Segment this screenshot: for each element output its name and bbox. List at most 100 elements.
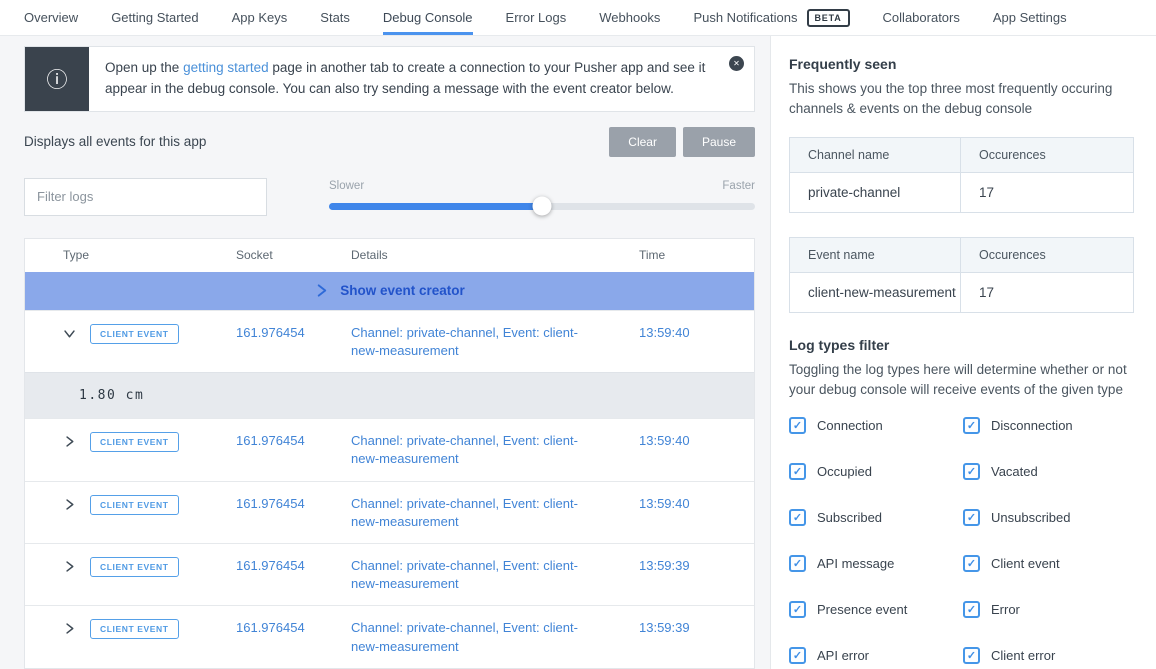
pusher-debug-console-page: Overview Getting Started App Keys Stats …	[0, 0, 1156, 669]
faster-label: Faster	[722, 180, 755, 192]
log-table-header: Type Socket Details Time	[25, 239, 754, 272]
log-row[interactable]: CLIENT EVENT 161.976454 Channel: private…	[25, 418, 754, 480]
nav-tab-push-notifications[interactable]: Push Notifications BETA	[693, 0, 849, 35]
nav-tab-push-notifications-label: Push Notifications	[693, 10, 797, 25]
details-link[interactable]: Channel: private-channel, Event: client-…	[351, 432, 587, 468]
checkbox-icon[interactable]: ✓	[963, 509, 980, 526]
chevron-right-icon[interactable]	[63, 622, 76, 635]
nav-tab-getting-started[interactable]: Getting Started	[111, 0, 198, 35]
socket-link[interactable]: 161.976454	[236, 557, 305, 575]
nav-tab-debug-console[interactable]: Debug Console	[383, 0, 473, 35]
checkbox-api-message[interactable]: ✓ API message	[789, 555, 963, 572]
checkbox-icon[interactable]: ✓	[789, 555, 806, 572]
checkbox-icon[interactable]: ✓	[963, 647, 980, 664]
socket-link[interactable]: 161.976454	[236, 432, 305, 450]
filter-logs-input[interactable]	[24, 178, 267, 216]
details-link[interactable]: Channel: private-channel, Event: client-…	[351, 557, 587, 593]
log-types-filter-description: Toggling the log types here will determi…	[789, 360, 1134, 401]
time-link[interactable]: 13:59:39	[639, 557, 690, 575]
close-icon[interactable]: ✕	[729, 56, 744, 71]
checkbox-icon[interactable]: ✓	[963, 417, 980, 434]
checkbox-client-event[interactable]: ✓ Client event	[963, 555, 1134, 572]
log-row[interactable]: CLIENT EVENT 161.976454 Channel: private…	[25, 543, 754, 605]
table-row: private-channel 17	[790, 173, 1133, 212]
occurences-cell: 17	[960, 273, 1133, 312]
checkbox-occupied[interactable]: ✓ Occupied	[789, 463, 963, 480]
occurences-header: Occurences	[960, 238, 1133, 272]
checkbox-unsubscribed[interactable]: ✓ Unsubscribed	[963, 509, 1134, 526]
show-event-creator-label: Show event creator	[340, 283, 465, 298]
checkbox-error[interactable]: ✓ Error	[963, 601, 1134, 618]
details-link[interactable]: Channel: private-channel, Event: client-…	[351, 324, 587, 360]
nav-tab-app-settings[interactable]: App Settings	[993, 0, 1067, 35]
nav-tab-error-logs[interactable]: Error Logs	[506, 0, 567, 35]
checkbox-presence-event[interactable]: ✓ Presence event	[789, 601, 963, 618]
channel-name-cell: private-channel	[790, 173, 960, 212]
getting-started-link[interactable]: getting started	[183, 60, 269, 75]
event-type-badge: CLIENT EVENT	[90, 619, 179, 639]
slider-track[interactable]	[329, 203, 755, 210]
checkbox-disconnection[interactable]: ✓ Disconnection	[963, 417, 1134, 434]
chevron-right-icon[interactable]	[63, 498, 76, 511]
socket-link[interactable]: 161.976454	[236, 619, 305, 637]
nav-tab-webhooks[interactable]: Webhooks	[599, 0, 660, 35]
checkbox-client-error[interactable]: ✓ Client error	[963, 647, 1134, 664]
time-link[interactable]: 13:59:40	[639, 432, 690, 450]
slider-handle[interactable]	[533, 197, 552, 216]
details-link[interactable]: Channel: private-channel, Event: client-…	[351, 619, 587, 655]
log-row[interactable]: CLIENT EVENT 161.976454 Channel: private…	[25, 310, 754, 372]
time-link[interactable]: 13:59:40	[639, 495, 690, 513]
checkbox-icon[interactable]: ✓	[789, 601, 806, 618]
checkbox-icon[interactable]: ✓	[963, 601, 980, 618]
log-row[interactable]: CLIENT EVENT 161.976454 Channel: private…	[25, 481, 754, 543]
show-event-creator-button[interactable]: Show event creator	[25, 272, 754, 310]
frequently-seen-title: Frequently seen	[789, 56, 1134, 72]
channel-frequency-table: Channel name Occurences private-channel …	[789, 137, 1134, 213]
checkbox-icon[interactable]: ✓	[963, 555, 980, 572]
pause-button[interactable]: Pause	[683, 127, 755, 157]
top-nav: Overview Getting Started App Keys Stats …	[0, 0, 1156, 36]
event-log-table: Type Socket Details Time Show event crea…	[24, 238, 755, 669]
chevron-down-icon[interactable]	[63, 327, 76, 340]
chevron-right-icon	[314, 283, 329, 298]
nav-tab-stats[interactable]: Stats	[320, 0, 350, 35]
header-details: Details	[313, 248, 601, 262]
socket-link[interactable]: 161.976454	[236, 324, 305, 342]
log-types-checkbox-grid: ✓ Connection ✓ Disconnection ✓ Occupied …	[789, 417, 1134, 664]
checkbox-icon[interactable]: ✓	[789, 509, 806, 526]
info-banner-text: Open up the getting started page in anot…	[89, 47, 754, 111]
table-row: client-new-measurement 17	[790, 273, 1133, 312]
filter-row: Slower Faster	[24, 178, 755, 216]
socket-link[interactable]: 161.976454	[236, 495, 305, 513]
nav-tab-overview[interactable]: Overview	[24, 0, 78, 35]
event-type-badge: CLIENT EVENT	[90, 432, 179, 452]
nav-tab-app-keys[interactable]: App Keys	[232, 0, 288, 35]
events-caption: Displays all events for this app	[24, 134, 206, 149]
info-banner: ⓘ Open up the getting started page in an…	[24, 46, 755, 112]
details-link[interactable]: Channel: private-channel, Event: client-…	[351, 495, 587, 531]
checkbox-icon[interactable]: ✓	[789, 647, 806, 664]
checkbox-vacated[interactable]: ✓ Vacated	[963, 463, 1134, 480]
occurences-header: Occurences	[960, 138, 1133, 172]
chevron-right-icon[interactable]	[63, 560, 76, 573]
occurences-cell: 17	[960, 173, 1133, 212]
event-name-cell: client-new-measurement	[790, 273, 960, 312]
chevron-right-icon[interactable]	[63, 435, 76, 448]
checkbox-icon[interactable]: ✓	[963, 463, 980, 480]
checkbox-connection[interactable]: ✓ Connection	[789, 417, 963, 434]
checkbox-api-error[interactable]: ✓ API error	[789, 647, 963, 664]
info-icon: ⓘ	[25, 47, 89, 111]
banner-text-before: Open up the	[105, 60, 183, 75]
toolbar: Displays all events for this app Clear P…	[24, 127, 755, 157]
log-row[interactable]: CLIENT EVENT 161.976454 Channel: private…	[25, 605, 754, 667]
checkbox-icon[interactable]: ✓	[789, 463, 806, 480]
header-socket: Socket	[198, 248, 313, 262]
checkbox-subscribed[interactable]: ✓ Subscribed	[789, 509, 963, 526]
debug-sidebar: Frequently seen This shows you the top t…	[770, 36, 1156, 669]
time-link[interactable]: 13:59:39	[639, 619, 690, 637]
checkbox-icon[interactable]: ✓	[789, 417, 806, 434]
beta-badge: BETA	[807, 9, 850, 27]
clear-button[interactable]: Clear	[609, 127, 676, 157]
time-link[interactable]: 13:59:40	[639, 324, 690, 342]
nav-tab-collaborators[interactable]: Collaborators	[883, 0, 960, 35]
